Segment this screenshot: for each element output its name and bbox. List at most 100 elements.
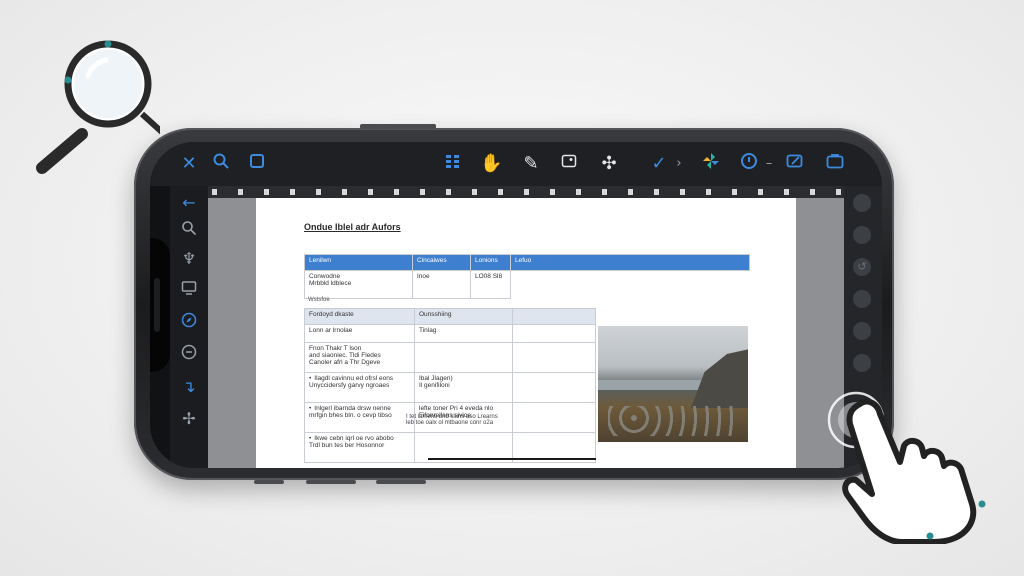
- document-title[interactable]: Ondue Iblel adr Aufors: [304, 222, 401, 232]
- pinwheel-icon[interactable]: [700, 152, 722, 176]
- table-cell[interactable]: Fnon Thakr T lson and siaoniec. Tldi Fle…: [304, 342, 415, 373]
- edit-box-icon[interactable]: [784, 152, 806, 176]
- top-toolbar: ✕ ✋ ✎ ✣ ✓ › –: [150, 142, 882, 186]
- photo-cliff: [691, 348, 748, 408]
- phone-volume-button: [254, 480, 284, 484]
- back-arrow-icon[interactable]: ←: [178, 192, 200, 214]
- pen-icon[interactable]: ✎: [520, 152, 542, 176]
- ruler-mark: [836, 189, 841, 195]
- stage: ✕ ✋ ✎ ✣ ✓ › – ← ♆ ↴ ✢ Ondue Iblel adr Au…: [0, 0, 1024, 576]
- table-cell[interactable]: Inoe: [412, 270, 471, 299]
- table-header-cell[interactable]: Ounsshiing: [414, 308, 513, 325]
- dash-icon: –: [765, 156, 773, 171]
- ruler-mark: [758, 189, 763, 195]
- photo-rocks: [608, 406, 738, 436]
- ruler-mark: [602, 189, 607, 195]
- camera-notch: [150, 238, 170, 372]
- table-header-cell[interactable]: Lonions: [470, 254, 511, 271]
- rail-button[interactable]: [853, 226, 871, 244]
- arrow-down-icon[interactable]: ↴: [178, 376, 200, 398]
- ruler-mark: [290, 189, 295, 195]
- table-cell[interactable]: Ilagdl cavinnu ed ofrsl eons Unyccidersf…: [304, 372, 415, 403]
- table-row[interactable]: Conwodne Mrbbld ldblece Inoe LO08 Sl8: [304, 270, 750, 299]
- compass-icon[interactable]: [178, 312, 200, 334]
- table-row[interactable]: Fnon Thakr T lson and siaoniec. Tldi Fle…: [304, 342, 596, 373]
- document-page[interactable]: Ondue Iblel adr Aufors Lenilwn Cincaiwes…: [256, 198, 796, 468]
- table-cell[interactable]: Inlgerl ibarnda drsw nenne mrfgin bhes b…: [304, 402, 415, 433]
- phone-volume-button: [306, 480, 356, 484]
- bullet-text: Ilagdl cavinnu ed ofrsl eons Unyccidersf…: [309, 375, 393, 389]
- rail-button[interactable]: [853, 322, 871, 340]
- landscape-photo[interactable]: [598, 326, 748, 442]
- ruler-mark: [394, 189, 399, 195]
- grid-icon[interactable]: [442, 152, 464, 176]
- table-cell[interactable]: Ibal Jlagen) Il genifiloni: [414, 372, 513, 403]
- timer-icon[interactable]: [738, 152, 760, 176]
- table-cell[interactable]: LO08 Sl8: [470, 270, 511, 299]
- table-cell[interactable]: [512, 342, 596, 373]
- table-cell[interactable]: [512, 372, 596, 403]
- hand-highlight-icon[interactable]: ✋: [480, 152, 502, 176]
- ruler-mark: [654, 189, 659, 195]
- document-table-2[interactable]: Fordoyd dkaste Ounsshiing Lonn ar lrnola…: [304, 308, 596, 463]
- document-table-1[interactable]: Lenilwn Cincaiwes Lonions Lefuo Conwodne…: [304, 254, 750, 299]
- table-header-cell[interactable]: Lefuo: [510, 254, 750, 271]
- table-note: Wstsfoe: [308, 297, 330, 303]
- table-header-cell[interactable]: Lenilwn: [304, 254, 413, 271]
- left-sidebar: ← ♆ ↴ ✢: [170, 186, 208, 468]
- ruler-mark: [446, 189, 451, 195]
- ruler-mark: [628, 189, 633, 195]
- bullet-text: Inlgerl ibarnda drsw nenne mrfgin bhes b…: [309, 405, 392, 419]
- ruler-mark: [264, 189, 269, 195]
- table-row[interactable]: Lonn ar lrnolae Tinlag: [304, 324, 596, 343]
- table-cell[interactable]: [511, 271, 750, 299]
- check-icon[interactable]: ✓: [648, 152, 670, 176]
- search-icon[interactable]: [178, 220, 200, 242]
- phone-screen: ✕ ✋ ✎ ✣ ✓ › – ← ♆ ↴ ✢ Ondue Iblel adr Au…: [150, 142, 882, 468]
- hand-pointer-icon: [842, 398, 986, 544]
- chevron-right-icon: ›: [676, 156, 682, 171]
- ruler-mark: [810, 189, 815, 195]
- notch-pill: [154, 278, 160, 332]
- magnifier-icon: [36, 40, 160, 174]
- ruler-mark: [706, 189, 711, 195]
- rail-button[interactable]: [853, 290, 871, 308]
- table-cell[interactable]: Conwodne Mrbbld ldblece: [304, 270, 413, 299]
- ruler-mark: [524, 189, 529, 195]
- table-cell[interactable]: [414, 342, 513, 373]
- page-scroll-indicator: [428, 458, 596, 460]
- side-text: I tet lamens dnd sluns aso Lrearns leb t…: [406, 414, 498, 426]
- trophy-icon[interactable]: ♆: [178, 248, 200, 270]
- table-cell[interactable]: Lonn ar lrnolae: [304, 324, 415, 343]
- image-icon[interactable]: [558, 152, 580, 176]
- table-row[interactable]: Ilagdl cavinnu ed ofrsl eons Unyccidersf…: [304, 372, 596, 403]
- sparkle-icon[interactable]: ✢: [178, 408, 200, 430]
- square-icon[interactable]: [246, 152, 268, 176]
- rail-button[interactable]: [853, 354, 871, 372]
- rail-button[interactable]: [853, 194, 871, 212]
- document-canvas: Ondue Iblel adr Aufors Lenilwn Cincaiwes…: [208, 198, 844, 468]
- crosshair-icon[interactable]: ✣: [598, 152, 620, 176]
- search-icon[interactable]: [210, 152, 232, 176]
- ruler-mark: [784, 189, 789, 195]
- circle-icon[interactable]: [178, 344, 200, 366]
- phone-volume-button: [376, 480, 426, 484]
- undo-icon[interactable]: ↺: [853, 258, 871, 276]
- table-header-cell[interactable]: Cincaiwes: [412, 254, 471, 271]
- monitor-icon[interactable]: [178, 280, 200, 302]
- ruler-mark: [316, 189, 321, 195]
- phone-side-button: [360, 124, 436, 129]
- ruler-mark: [342, 189, 347, 195]
- folder-icon[interactable]: [824, 152, 846, 176]
- table-header-cell[interactable]: Fordoyd dkaste: [304, 308, 415, 325]
- table-header-cell[interactable]: [512, 308, 596, 325]
- ruler-mark: [732, 189, 737, 195]
- close-icon[interactable]: ✕: [178, 152, 200, 176]
- ruler-mark: [238, 189, 243, 195]
- table-cell[interactable]: Ikwe cebn iqrl oe rvo abobo Trdl bun tes…: [304, 432, 415, 463]
- table-cell[interactable]: [512, 324, 596, 343]
- bullet-text: Ikwe cebn iqrl oe rvo abobo Trdl bun tes…: [309, 435, 394, 449]
- ruler-mark: [680, 189, 685, 195]
- table-cell[interactable]: Tinlag: [414, 324, 513, 343]
- ruler-mark: [368, 189, 373, 195]
